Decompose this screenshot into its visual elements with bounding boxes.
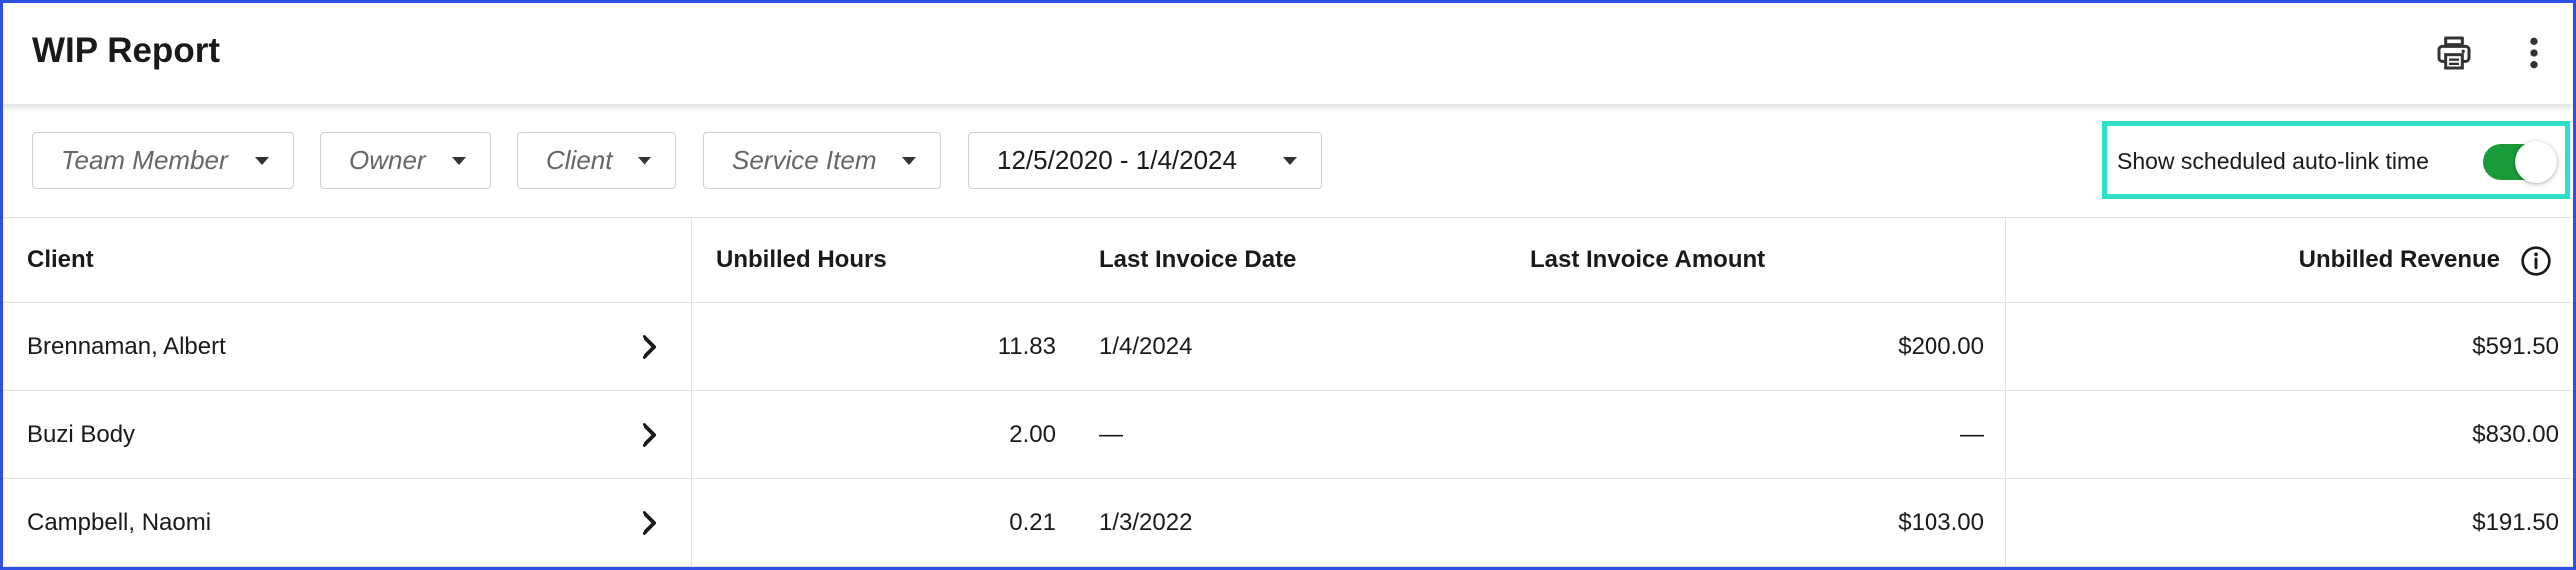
- more-options-button[interactable]: [2519, 33, 2549, 73]
- last-invoice-amount-value: $200.00: [1898, 332, 1984, 360]
- team-member-filter-label: Team Member: [61, 145, 228, 175]
- column-divider: [691, 218, 692, 567]
- unbilled-hours-value: 0.21: [1009, 508, 1056, 536]
- date-range-label: 12/5/2020 - 1/4/2024: [997, 145, 1237, 175]
- column-divider: [2005, 218, 2006, 567]
- auto-link-toggle-group: Show scheduled auto-link time: [2102, 121, 2570, 199]
- client-filter-label: Client: [546, 145, 613, 175]
- table-row[interactable]: Brennaman, Albert 11.83 1/4/2024 $200.00…: [3, 303, 2573, 391]
- app-window: WIP Report Team Member Owner Client Serv…: [0, 0, 2576, 570]
- printer-icon: [2437, 36, 2471, 70]
- chevron-down-icon: [902, 157, 916, 165]
- chevron-down-icon: [638, 157, 651, 165]
- last-invoice-amount-value: $103.00: [1898, 508, 1984, 536]
- last-invoice-amount-value: —: [1960, 420, 1984, 448]
- date-range-filter[interactable]: 12/5/2020 - 1/4/2024: [968, 132, 1322, 189]
- column-header-client[interactable]: Client: [27, 218, 94, 302]
- unbilled-hours-value: 2.00: [1009, 420, 1056, 448]
- last-invoice-date-value: 1/3/2022: [1099, 508, 1193, 536]
- auto-link-toggle-label: Show scheduled auto-link time: [2117, 148, 2429, 174]
- more-vertical-icon: [2530, 37, 2538, 69]
- chevron-down-icon: [452, 157, 466, 165]
- chevron-down-icon: [255, 157, 269, 165]
- unbilled-hours-value: 11.83: [997, 332, 1056, 360]
- chevron-right-icon[interactable]: [639, 335, 660, 359]
- table-row[interactable]: Campbell, Naomi 0.21 1/3/2022 $103.00 $1…: [3, 479, 2573, 567]
- team-member-filter[interactable]: Team Member: [32, 132, 294, 189]
- service-item-filter-label: Service Item: [732, 145, 877, 175]
- owner-filter[interactable]: Owner: [320, 132, 491, 189]
- service-item-filter[interactable]: Service Item: [703, 132, 941, 189]
- info-icon[interactable]: [2520, 245, 2552, 277]
- client-name: Buzi Body: [27, 420, 136, 448]
- unbilled-revenue-value: $191.50: [2472, 508, 2559, 536]
- owner-filter-label: Owner: [349, 145, 426, 175]
- chevron-right-icon[interactable]: [639, 511, 660, 535]
- print-button[interactable]: [2434, 33, 2474, 73]
- chevron-right-icon[interactable]: [639, 423, 660, 447]
- filter-bar: Team Member Owner Client Service Item 12…: [3, 104, 2573, 218]
- client-name: Brennaman, Albert: [27, 332, 226, 360]
- client-name: Campbell, Naomi: [27, 508, 212, 536]
- column-header-unbilled-revenue[interactable]: Unbilled Revenue: [2299, 218, 2500, 302]
- toggle-knob: [2515, 141, 2557, 183]
- client-filter[interactable]: Client: [517, 132, 676, 189]
- column-header-last-invoice-amount[interactable]: Last Invoice Amount: [1530, 218, 1765, 302]
- column-header-last-invoice-date[interactable]: Last Invoice Date: [1099, 218, 1296, 302]
- table-header-row: Client Unbilled Hours Last Invoice Date …: [3, 218, 2573, 303]
- column-header-unbilled-hours[interactable]: Unbilled Hours: [716, 218, 887, 302]
- last-invoice-date-value: 1/4/2024: [1099, 332, 1193, 360]
- unbilled-revenue-value: $830.00: [2472, 420, 2559, 448]
- auto-link-toggle[interactable]: [2483, 141, 2557, 183]
- page-title: WIP Report: [32, 31, 220, 70]
- page-header: WIP Report: [3, 3, 2573, 104]
- chevron-down-icon: [1283, 157, 1297, 165]
- table-row[interactable]: Buzi Body 2.00 — — $830.00: [3, 391, 2573, 479]
- unbilled-revenue-value: $591.50: [2472, 332, 2559, 360]
- last-invoice-date-value: —: [1099, 420, 1123, 448]
